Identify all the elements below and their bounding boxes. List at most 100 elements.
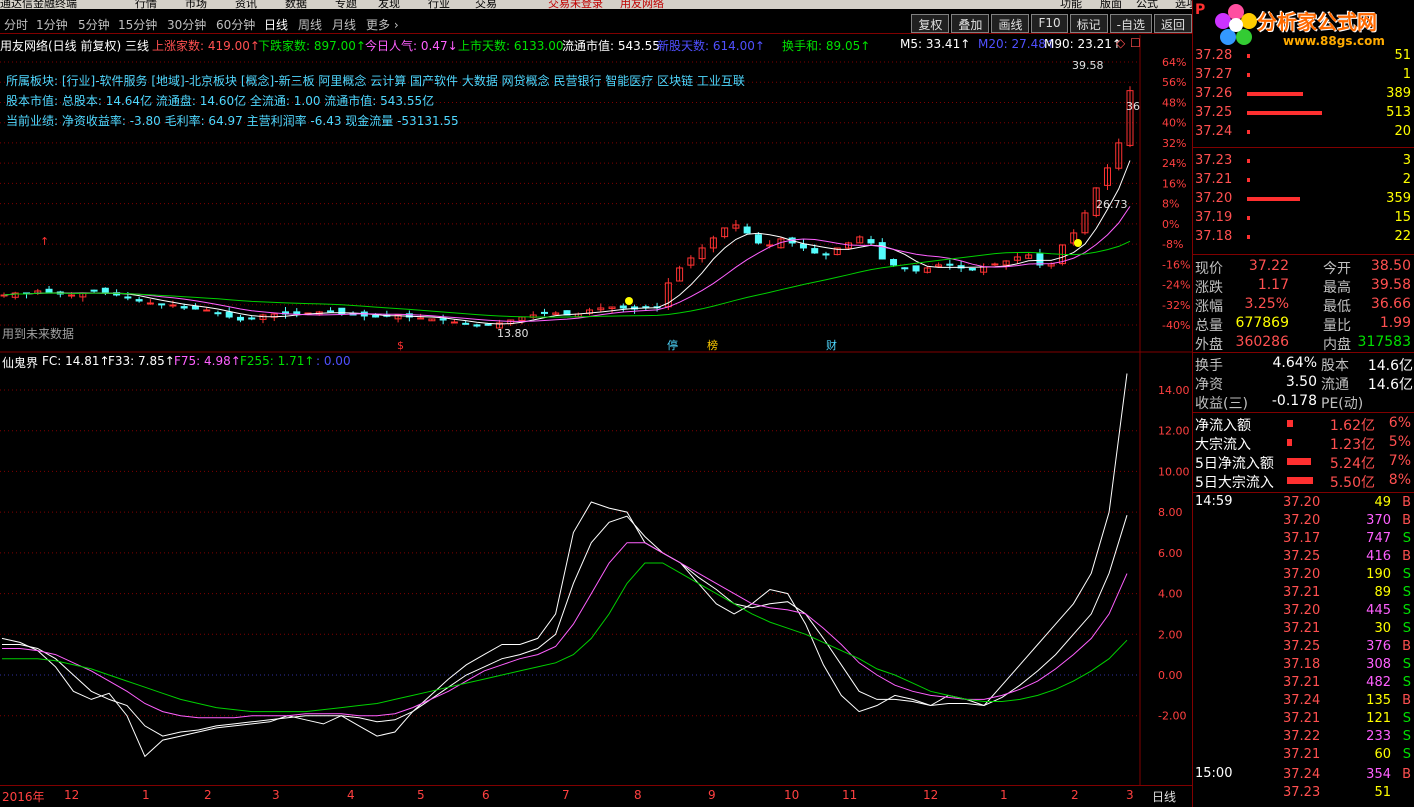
flow-pct: 5% — [1388, 434, 1411, 450]
menu-item-11[interactable]: 功能 — [1060, 0, 1082, 9]
tick-volume: 370 — [1366, 513, 1391, 528]
order-volume: 22 — [1394, 229, 1411, 244]
toolbar-button-2[interactable]: 画线 — [991, 14, 1030, 33]
event-mark-0[interactable]: $ — [397, 339, 404, 352]
tick-side: B — [1402, 639, 1411, 654]
order-volume-bar — [1247, 92, 1304, 96]
flow-value: 5.24亿 — [1329, 456, 1375, 472]
toolbar-button-3[interactable]: F10 — [1031, 14, 1068, 33]
order-book-row: 37.18 22 — [1193, 228, 1414, 247]
indicator-line-F255 — [2, 562, 1128, 713]
event-mark-3[interactable]: 财 — [826, 338, 837, 352]
quote-value: 1.17 — [1257, 277, 1289, 293]
tick-row: 37.21 121 S — [1193, 710, 1414, 729]
future-data-note: 用到未来数据 — [2, 327, 75, 341]
tick-row: 37.17 747 S — [1193, 530, 1414, 549]
toolbar-button-4[interactable]: 标记 — [1069, 14, 1108, 33]
tick-row: 37.21 30 S — [1193, 620, 1414, 639]
candle — [484, 323, 492, 326]
flow-pct: 7% — [1388, 453, 1411, 469]
quote-value: 1.99 — [1379, 315, 1411, 331]
order-book-row: 37.24 20 — [1193, 123, 1414, 142]
stats-label: 股本 — [1321, 358, 1349, 374]
period-tab-1[interactable]: 1分钟 — [36, 16, 68, 33]
candle — [214, 312, 222, 315]
period-tab-7[interactable]: 周线 — [298, 16, 322, 33]
event-mark-1[interactable]: 停 — [667, 338, 678, 352]
menu-item-0[interactable]: 通达信金融终端 — [0, 0, 77, 9]
mid-price-label: 26.73 — [1096, 198, 1128, 211]
period-tab-6[interactable]: 日线 — [264, 16, 288, 33]
menu-item-13[interactable]: 公式 — [1136, 0, 1158, 9]
tick-price: 37.25 — [1283, 549, 1321, 564]
menu-item-6[interactable]: 发现 — [378, 0, 400, 9]
tick-volume: 51 — [1374, 785, 1391, 800]
period-tab-9[interactable]: 更多 › — [366, 16, 399, 33]
date-axis: 2016年 12 1 2 3 4 5 6 7 8 9 10 11 12 1 2 3 日线 — [0, 785, 1192, 807]
maximize-icon[interactable]: ☐ — [1130, 36, 1141, 50]
indicator-header-item-1: FC: 14.81↑ — [42, 354, 110, 368]
indicator-chart[interactable]: 14.00 12.00 10.00 8.00 6.00 4.00 2.00 0.00 -2.00 — [0, 353, 1192, 785]
period-tab-8[interactable]: 月线 — [332, 16, 356, 33]
candle — [912, 265, 920, 272]
x-axis-label-15: 2 — [1071, 788, 1079, 802]
menu-item-10[interactable]: 用友网络 — [620, 0, 664, 9]
candle — [135, 299, 143, 302]
menu-item-3[interactable]: 资讯 — [235, 0, 257, 9]
x-axis-label-3: 2 — [204, 788, 212, 802]
toolbar-button-6[interactable]: 返回 — [1153, 14, 1192, 33]
tick-volume: 89 — [1374, 585, 1391, 600]
tick-row: 37.25 416 B — [1193, 548, 1414, 567]
order-book-row: 37.20 359 — [1193, 190, 1414, 209]
main-chart-header: 用友网络(日线 前复权) 三线 上涨家数: 419.00↑ 下跌家数: 897.00… — [0, 36, 1192, 53]
menu-item-5[interactable]: 专题 — [335, 0, 357, 9]
period-tab-2[interactable]: 5分钟 — [78, 16, 110, 33]
tick-side: S — [1402, 585, 1411, 600]
period-tab-3[interactable]: 15分钟 — [118, 16, 157, 33]
menu-item-4[interactable]: 数据 — [285, 0, 307, 9]
toolbar-button-5[interactable]: -自选 — [1109, 14, 1152, 33]
x-axis-label-13: 12 — [923, 788, 939, 802]
separator — [1193, 492, 1414, 493]
menu-item-7[interactable]: 行业 — [428, 0, 450, 9]
order-price: 37.25 — [1195, 105, 1233, 120]
period-tab-0[interactable]: 分时 — [4, 16, 28, 33]
period-tab-4[interactable]: 30分钟 — [167, 16, 206, 33]
tick-price: 37.24 — [1283, 693, 1321, 708]
candle — [146, 302, 154, 305]
stats-row: 换手 4.64% 股本 14.6亿 — [1193, 354, 1414, 374]
quote-label: 现价 — [1195, 261, 1223, 277]
quote-value: 39.58 — [1370, 277, 1411, 293]
chart-toolbar-buttons: 复权 叠加 画线 F10 标记 -自选 返回 — [909, 14, 1192, 33]
menu-item-9[interactable]: 交易未登录 — [548, 0, 603, 9]
flow-pct: 8% — [1388, 472, 1411, 488]
order-book-row: 37.25 513 — [1193, 104, 1414, 123]
candle — [417, 317, 425, 320]
menu-item-12[interactable]: 版面 — [1100, 0, 1122, 9]
quote-label: 内盘 — [1323, 337, 1351, 353]
main-axis-label-0: 64% — [1162, 56, 1186, 69]
tick-row: 37.24 135 B — [1193, 692, 1414, 711]
menu-item-2[interactable]: 市场 — [185, 0, 207, 9]
info-line-1: 股本市值: 总股本: 14.64亿 流通盘: 14.60亿 全流通: 1.00 … — [6, 94, 435, 108]
flow-label: 大宗流入 — [1195, 437, 1251, 453]
menu-item-1[interactable]: 行情 — [135, 0, 157, 9]
tick-volume: 121 — [1366, 711, 1391, 726]
indicator-line-F75 — [2, 542, 1128, 719]
diamond-icon[interactable]: ◇ — [1116, 36, 1125, 50]
toolbar-button-1[interactable]: 叠加 — [951, 14, 990, 33]
candle — [946, 263, 954, 266]
menu-item-8[interactable]: 交易 — [475, 0, 497, 9]
tick-volume: 60 — [1374, 747, 1391, 762]
candle — [203, 309, 211, 312]
order-volume: 1 — [1402, 67, 1411, 82]
event-mark-2[interactable]: 榜 — [707, 338, 718, 352]
main-header-item-10: M90: 23.21↑ — [1044, 37, 1122, 51]
toolbar-button-0[interactable]: 复权 — [911, 14, 950, 33]
quote-label: 涨幅 — [1195, 299, 1223, 315]
stats-row: 收益(三) -0.178 PE(动) — [1193, 392, 1414, 412]
order-price: 37.24 — [1195, 124, 1233, 139]
order-volume-bar — [1247, 130, 1250, 134]
period-tab-5[interactable]: 60分钟 — [216, 16, 255, 33]
tick-price: 37.24 — [1283, 767, 1321, 782]
